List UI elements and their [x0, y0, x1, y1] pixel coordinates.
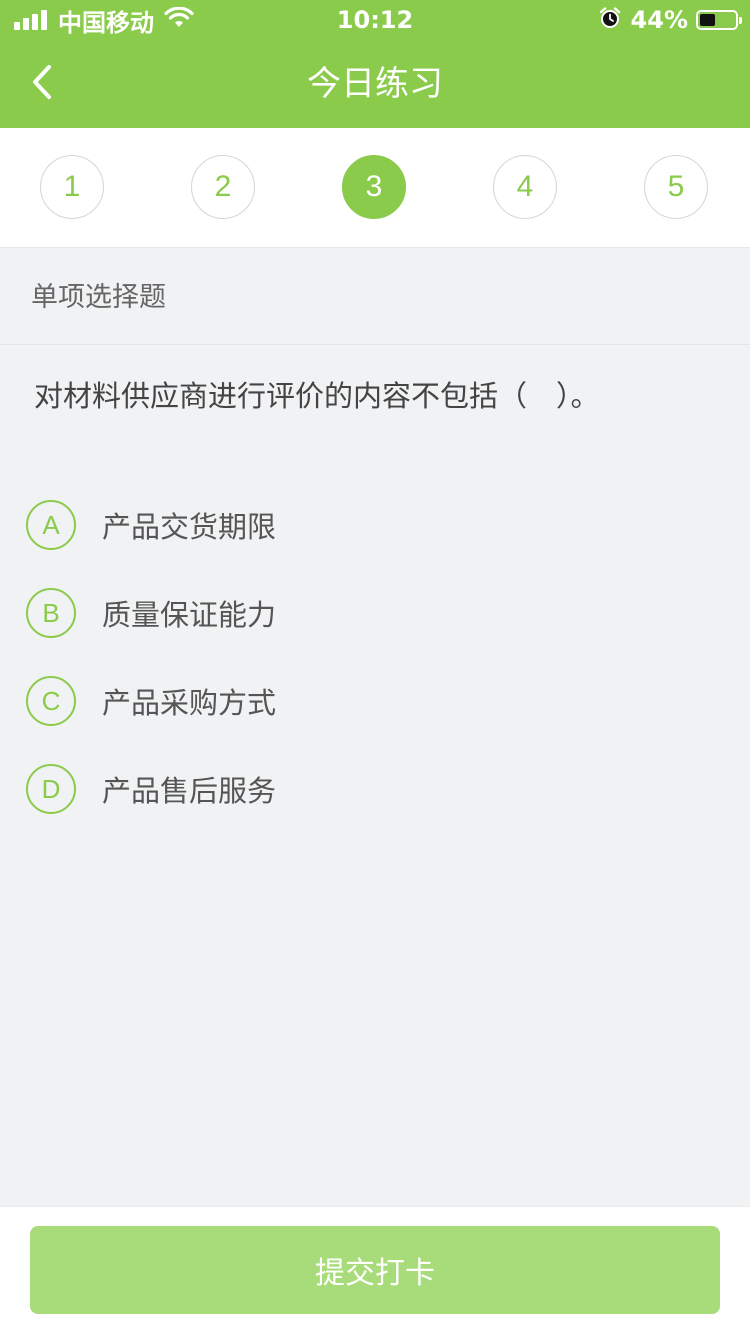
option-b[interactable]: B 质量保证能力 [26, 588, 276, 638]
app-header: 中国移动 10:12 44% 今日练习 [0, 0, 750, 128]
option-text: 产品交货期限 [102, 510, 277, 544]
step-5[interactable]: 5 [644, 155, 708, 219]
option-letter: C [26, 676, 76, 726]
footer-bar: 提交打卡 [0, 1206, 750, 1335]
submit-checkin-button[interactable]: 提交打卡 [30, 1226, 720, 1314]
step-4[interactable]: 4 [493, 155, 557, 219]
question-type-section: 单项选择题 [0, 248, 750, 345]
option-text: 质量保证能力 [102, 598, 277, 632]
step-2[interactable]: 2 [191, 155, 255, 219]
option-text: 产品采购方式 [102, 686, 277, 720]
question-text: 对材料供应商进行评价的内容不包括（ ）。 [34, 379, 600, 413]
battery-fill [700, 14, 715, 26]
option-c[interactable]: C 产品采购方式 [26, 676, 276, 726]
option-letter: B [26, 588, 76, 638]
alarm-icon [599, 7, 621, 33]
question-type-label: 单项选择题 [31, 282, 166, 313]
option-letter: A [26, 500, 76, 550]
option-d[interactable]: D 产品售后服务 [26, 764, 276, 814]
question-stepper: 1 2 3 4 5 [0, 128, 750, 248]
page-title: 今日练习 [307, 64, 443, 104]
option-text: 产品售后服务 [102, 774, 277, 808]
option-a[interactable]: A 产品交货期限 [26, 500, 276, 550]
battery-icon [696, 10, 742, 30]
status-bar: 中国移动 10:12 44% [0, 0, 750, 40]
step-3[interactable]: 3 [342, 155, 406, 219]
option-letter: D [26, 764, 76, 814]
battery-percent: 44% [630, 6, 688, 34]
status-right: 44% [599, 6, 742, 34]
step-1[interactable]: 1 [40, 155, 104, 219]
